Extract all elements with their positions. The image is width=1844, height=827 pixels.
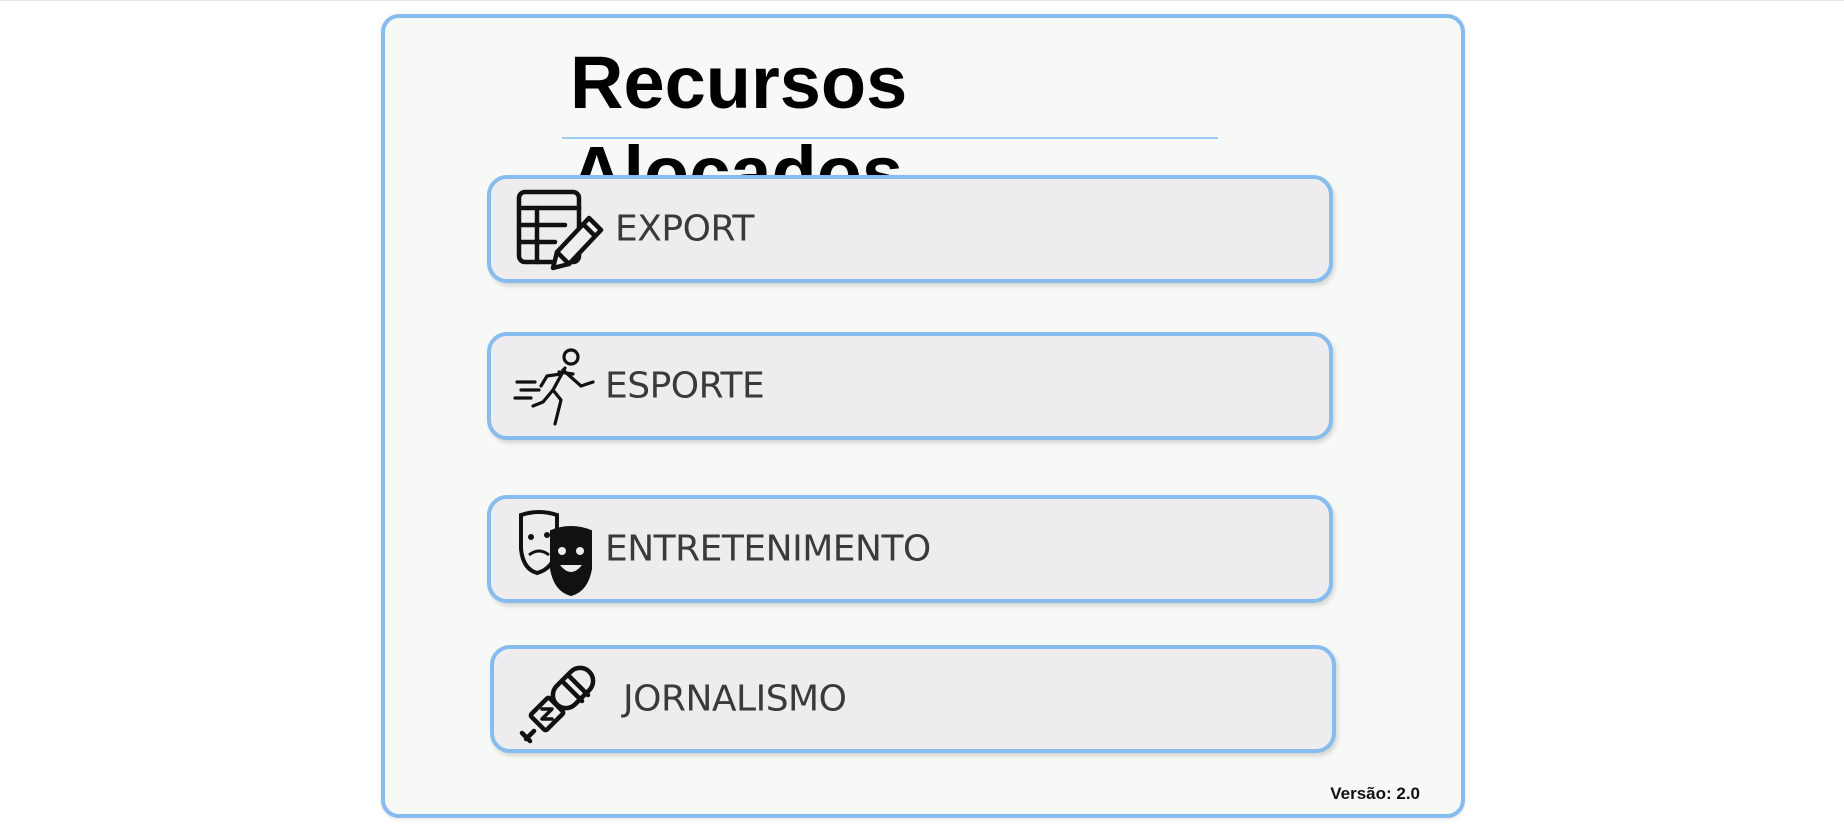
jornalismo-button[interactable]: JORNALISMO [490, 645, 1336, 753]
esporte-button[interactable]: ESPORTE [487, 332, 1333, 440]
entretenimento-button[interactable]: ENTRETENIMENTO [487, 495, 1333, 603]
version-label: Versão: 2.0 [1330, 784, 1420, 803]
table-edit-icon [515, 188, 605, 278]
title-underline [562, 137, 1218, 139]
esporte-label: ESPORTE [605, 365, 765, 407]
jornalismo-label: JORNALISMO [623, 678, 847, 720]
runner-icon [513, 346, 603, 436]
theater-masks-icon [515, 509, 605, 599]
entretenimento-label: ENTRETENIMENTO [605, 528, 931, 570]
export-label: EXPORT [615, 208, 754, 250]
export-button[interactable]: EXPORT [487, 175, 1333, 283]
top-divider [0, 0, 1844, 1]
microphone-icon [516, 659, 606, 749]
